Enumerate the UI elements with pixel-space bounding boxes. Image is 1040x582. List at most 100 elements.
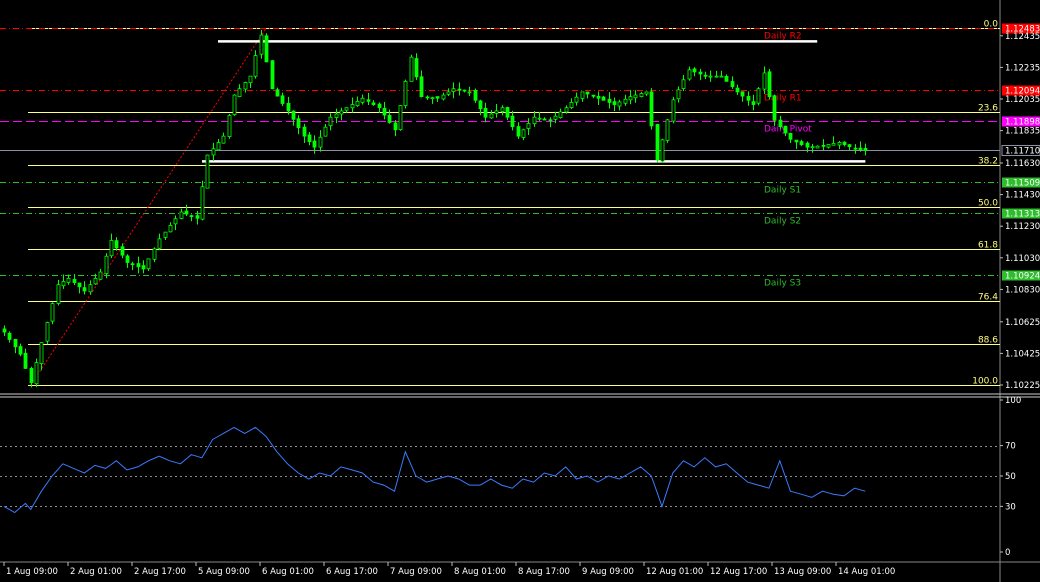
price-tick-label: 1.11430: [1005, 191, 1040, 201]
candle-body: [591, 94, 596, 97]
candle-body: [623, 98, 628, 104]
candle-body: [264, 35, 269, 63]
candle-body: [815, 145, 820, 149]
candle-body: [205, 154, 210, 189]
candle-body: [671, 99, 676, 122]
candle-body: [500, 107, 505, 112]
candle-body: [312, 140, 317, 148]
price-tick-label: 1.12235: [1005, 63, 1040, 73]
candle-body: [698, 71, 703, 75]
candle-body: [489, 113, 494, 119]
candle-body: [794, 139, 799, 143]
candle-body: [334, 113, 339, 118]
candle-body: [34, 362, 39, 385]
time-tick-label: 9 Aug 09:00: [582, 567, 634, 577]
time-tick-label: 6 Aug 01:00: [262, 567, 314, 577]
pivot-level-label: Daily Pivot: [764, 125, 812, 135]
pivot-price-badge-text: 1.10924: [1005, 272, 1040, 282]
candle-body: [767, 71, 772, 98]
time-tick-label: 6 Aug 17:00: [326, 567, 378, 577]
time-tick-label: 5 Aug 09:00: [198, 567, 250, 577]
candle-body: [296, 118, 301, 129]
candle-body: [441, 94, 446, 100]
fib-level-label: 61.8: [978, 241, 998, 251]
candle-body: [195, 215, 200, 219]
candle-body: [863, 147, 868, 151]
candle-body: [467, 91, 472, 94]
candle-body: [740, 91, 745, 97]
candle-body: [18, 346, 23, 355]
rsi-tick-label: 70: [1005, 442, 1016, 452]
candle-body: [328, 116, 333, 127]
candle-body: [772, 95, 777, 121]
candle-body: [302, 126, 307, 137]
candle-body: [232, 94, 237, 116]
pivot-price-badge-text: 1.11509: [1005, 179, 1040, 189]
candle-body: [221, 135, 226, 144]
candle-body: [136, 263, 141, 268]
candle-body: [564, 107, 569, 113]
candle-body: [607, 98, 612, 103]
candle-body: [425, 96, 430, 99]
candle-body: [2, 328, 7, 333]
chart-background: [0, 0, 1040, 582]
candle-body: [393, 122, 398, 131]
candle-body: [494, 110, 499, 114]
fib-level-label: 23.6: [978, 104, 998, 114]
candle-body: [660, 139, 665, 162]
candle-body: [307, 134, 312, 143]
candle-body: [858, 147, 863, 150]
price-tick-label: 1.12435: [1005, 32, 1040, 42]
candle-body: [633, 94, 638, 99]
price-tick-label: 1.10625: [1005, 318, 1040, 328]
time-tick-label: 8 Aug 17:00: [518, 567, 570, 577]
candle-body: [596, 95, 601, 99]
candle-body: [730, 81, 735, 88]
fib-level-label: 88.6: [978, 336, 998, 346]
candle-body: [837, 142, 842, 146]
candle-body: [542, 118, 547, 121]
time-tick-label: 12 Aug 01:00: [646, 567, 703, 577]
candle-body: [130, 263, 135, 266]
candle-body: [253, 55, 258, 77]
candle-body: [56, 284, 61, 304]
candle-body: [114, 240, 119, 249]
candle-body: [724, 76, 729, 82]
candle-body: [323, 126, 328, 137]
candle-body: [778, 119, 783, 128]
candle-body: [681, 79, 686, 89]
candle-body: [521, 129, 526, 138]
candle-body: [259, 34, 264, 55]
candle-body: [98, 271, 103, 280]
candle-body: [714, 75, 719, 78]
candle-body: [788, 132, 793, 140]
candle-body: [446, 91, 451, 95]
candle-body: [821, 144, 826, 147]
candle-body: [318, 136, 323, 148]
candle-body: [29, 368, 34, 384]
candle-body: [847, 144, 852, 148]
candle-body: [200, 186, 205, 220]
candle-body: [350, 104, 355, 109]
current-price-text: 1.11710: [1005, 147, 1040, 157]
candle-body: [783, 125, 788, 134]
candle-body: [435, 96, 440, 99]
candle-body: [120, 246, 125, 256]
candle-body: [93, 277, 98, 285]
candle-body: [853, 147, 858, 150]
candle-body: [7, 332, 12, 340]
candle-body: [286, 102, 291, 112]
candle-body: [168, 225, 173, 233]
time-tick-label: 14 Aug 01:00: [838, 567, 895, 577]
candle-body: [152, 248, 157, 260]
rsi-tick-label: 50: [1005, 472, 1016, 482]
candle-body: [125, 255, 130, 263]
candle-body: [516, 126, 521, 137]
candle-body: [39, 342, 44, 365]
candle-body: [50, 303, 55, 322]
time-tick-label: 2 Aug 17:00: [134, 567, 186, 577]
candle-body: [548, 119, 553, 122]
candle-body: [553, 115, 558, 120]
candle-body: [403, 80, 408, 107]
fib-level-label: 76.4: [978, 293, 998, 303]
